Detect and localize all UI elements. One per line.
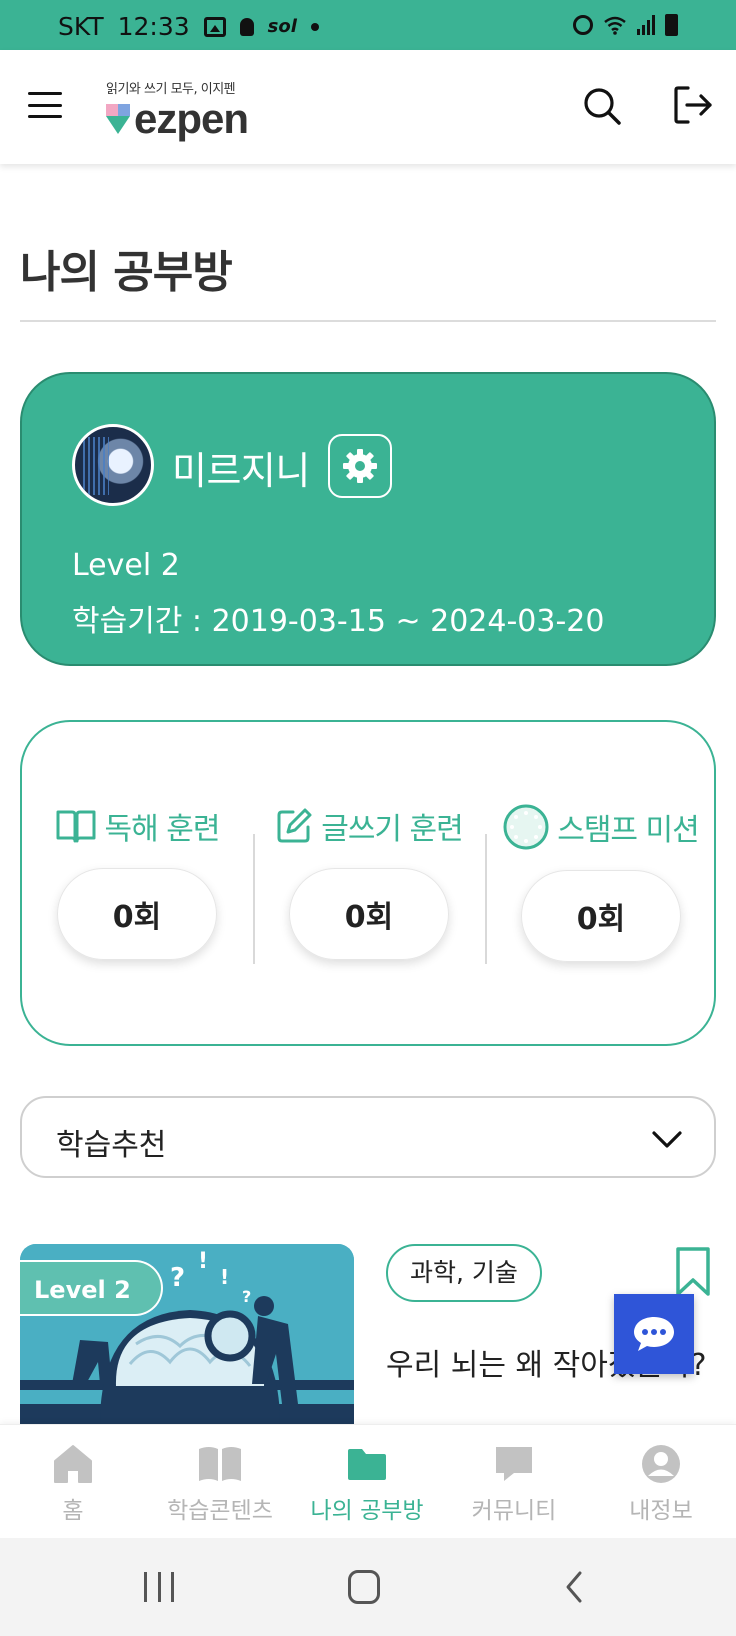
chat-bubble-icon — [634, 1317, 674, 1351]
edit-icon — [277, 808, 312, 843]
app-header: 읽기와 쓰기 모두, 이지펜 ezpen — [0, 50, 736, 164]
alarm-icon — [573, 15, 593, 35]
home-icon — [54, 1445, 92, 1483]
nav-label: 내정보 — [629, 1498, 693, 1524]
bottom-navigation: 홈 학습콘텐츠 나의 공부방 커뮤니티 내정보 — [0, 1424, 736, 1538]
sol-icon: sol — [267, 16, 297, 37]
nav-label: 커뮤니티 — [471, 1498, 557, 1524]
nav-my-info[interactable]: 내정보 — [588, 1443, 734, 1525]
book-open-icon — [199, 1447, 241, 1481]
chat-button[interactable] — [614, 1294, 694, 1374]
stat-count-writing[interactable]: 0회 — [289, 868, 449, 960]
nav-label: 나의 공부방 — [310, 1498, 424, 1524]
ezpen-logo[interactable]: 읽기와 쓰기 모두, 이지펜 ezpen — [106, 78, 249, 142]
stat-count-stamp[interactable]: 0회 — [521, 870, 681, 962]
settings-button[interactable] — [328, 434, 392, 498]
bulb-icon — [239, 17, 254, 36]
nav-my-study[interactable]: 나의 공부방 — [294, 1443, 440, 1525]
stat-label: 글쓰기 훈련 — [321, 812, 464, 847]
nav-contents[interactable]: 학습콘텐츠 — [147, 1443, 293, 1525]
search-icon[interactable] — [582, 86, 622, 126]
avatar[interactable] — [72, 424, 154, 506]
gallery-icon — [203, 16, 226, 37]
article-thumbnail[interactable]: ? ! ? ? ! Level 2 — [20, 1244, 354, 1424]
chevron-down-icon — [652, 1131, 682, 1148]
study-period: 학습기간 : 2019-03-15 ~ 2024-03-20 — [72, 604, 605, 639]
home-button-icon[interactable] — [348, 1570, 380, 1604]
pen-logo-icon — [106, 102, 130, 136]
recent-apps-icon[interactable] — [144, 1572, 174, 1602]
user-level: Level 2 — [72, 548, 180, 583]
profile-card: 미르지니 Level 2 학습기간 : 2019-03-15 ~ 2024-03… — [20, 372, 716, 666]
signal-icon — [637, 15, 655, 35]
svg-text:?: ? — [170, 1263, 185, 1293]
carrier-label: SKT — [58, 12, 104, 41]
battery-icon — [665, 14, 678, 36]
menu-icon[interactable] — [28, 92, 62, 118]
nav-label: 학습콘텐츠 — [167, 1498, 273, 1524]
gear-icon — [343, 449, 377, 483]
stat-label: 독해 훈련 — [104, 812, 221, 847]
svg-text:?: ? — [242, 1287, 251, 1306]
nav-label: 홈 — [62, 1498, 84, 1524]
back-icon[interactable] — [560, 1570, 590, 1604]
level-badge: Level 2 — [20, 1260, 163, 1316]
title-divider — [20, 320, 716, 322]
notification-dot-icon — [310, 22, 319, 31]
wifi-icon — [604, 16, 626, 35]
stat-writing: 글쓰기 훈련 0회 — [254, 804, 484, 960]
stat-stamp: 스탬프 미션 0회 — [486, 804, 716, 962]
system-navigation — [0, 1538, 736, 1636]
clock: 12:33 — [117, 12, 190, 41]
folder-icon — [348, 1449, 386, 1480]
svg-text:!: ! — [220, 1265, 229, 1289]
page-title: 나의 공부방 — [20, 247, 233, 298]
logout-icon[interactable] — [672, 84, 714, 126]
logo-wordmark: ezpen — [134, 95, 249, 142]
stat-reading: 독해 훈련 0회 — [22, 804, 252, 960]
status-bar: SKT 12:33 sol — [0, 0, 736, 50]
select-value: 학습추천 — [56, 1128, 167, 1163]
user-icon — [642, 1445, 680, 1483]
book-icon — [56, 810, 96, 843]
nav-community[interactable]: 커뮤니티 — [441, 1443, 587, 1525]
stats-card: 독해 훈련 0회 글쓰기 훈련 0회 스탬프 미션 0회 — [20, 720, 716, 1046]
svg-text:!: ! — [198, 1249, 208, 1274]
stat-label: 스탬프 미션 — [557, 813, 700, 848]
stat-count-reading[interactable]: 0회 — [57, 868, 217, 960]
nav-home[interactable]: 홈 — [0, 1443, 146, 1525]
user-name: 미르지니 — [172, 449, 310, 493]
recommend-select[interactable]: 학습추천 — [20, 1096, 716, 1178]
chat-bubble-icon — [496, 1447, 532, 1481]
bookmark-icon[interactable] — [674, 1246, 712, 1298]
category-tag: 과학, 기술 — [386, 1244, 542, 1302]
stamp-icon — [503, 804, 549, 850]
